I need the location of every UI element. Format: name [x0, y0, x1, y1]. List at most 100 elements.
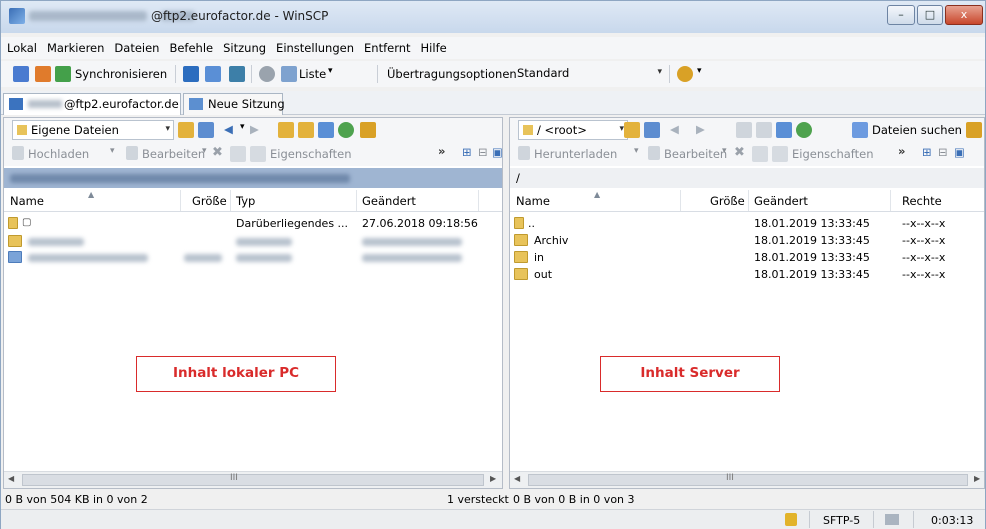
- download-button[interactable]: Herunterladen: [534, 147, 617, 161]
- chevron-down-icon[interactable]: ▾: [328, 66, 333, 76]
- menu-entfernt[interactable]: Entfernt: [358, 37, 415, 55]
- select-icon[interactable]: ▣: [954, 145, 965, 159]
- scroll-right-icon[interactable]: ▶: [490, 474, 496, 483]
- remote-hscrollbar[interactable]: ◀ III ▶: [510, 471, 984, 488]
- filter-icon[interactable]: [198, 122, 214, 138]
- delete-icon[interactable]: ✖: [212, 145, 223, 160]
- collapse-icon[interactable]: ⊟: [478, 145, 488, 159]
- scroll-left-icon[interactable]: ◀: [514, 474, 520, 483]
- chevron-down-icon[interactable]: ▾: [110, 146, 115, 156]
- open-folder-icon[interactable]: [624, 122, 640, 138]
- expand-icon[interactable]: ⊞: [462, 145, 472, 159]
- list-icon[interactable]: [281, 66, 297, 82]
- col-name[interactable]: Name: [10, 194, 44, 208]
- parent-dir-icon[interactable]: [736, 122, 752, 138]
- menu-markieren[interactable]: Markieren: [41, 37, 108, 55]
- properties-icon[interactable]: [772, 146, 788, 162]
- menu-hilfe[interactable]: Hilfe: [415, 37, 451, 55]
- parent-dir-icon[interactable]: [278, 122, 294, 138]
- synchronize-button[interactable]: Synchronisieren: [75, 67, 167, 81]
- rename-icon[interactable]: [752, 146, 768, 162]
- console-icon[interactable]: [183, 66, 199, 82]
- table-row[interactable]: ▢ Darüberliegendes ... 27.06.2018 09:18:…: [4, 216, 502, 232]
- list-button[interactable]: Liste: [299, 67, 326, 81]
- menu-lokal[interactable]: Lokal: [1, 37, 41, 55]
- remote-location-select[interactable]: / <root> ▾: [518, 120, 628, 140]
- back-arrow-icon[interactable]: ◀: [224, 122, 233, 136]
- download-icon[interactable]: [518, 146, 530, 160]
- home-icon[interactable]: [776, 122, 792, 138]
- scroll-right-icon[interactable]: ▶: [974, 474, 980, 483]
- table-row[interactable]: [4, 250, 502, 266]
- find-files-icon[interactable]: [360, 122, 376, 138]
- col-rights[interactable]: Rechte: [902, 194, 942, 208]
- table-row[interactable]: in 18.01.2019 13:33:45 --x--x--x: [510, 250, 984, 266]
- transfer-settings-select[interactable]: Standard ▾: [513, 64, 665, 84]
- forward-arrow-icon[interactable]: ▶: [696, 122, 705, 136]
- filter-icon[interactable]: [644, 122, 660, 138]
- table-row[interactable]: Archiv 18.01.2019 13:33:45 --x--x--x: [510, 233, 984, 249]
- properties-button[interactable]: Eigenschaften: [270, 147, 352, 161]
- scroll-thumb[interactable]: [22, 474, 484, 486]
- gear-icon[interactable]: [259, 66, 275, 82]
- chevron-down-icon[interactable]: ▾: [240, 122, 245, 132]
- compare-dirs-icon[interactable]: [35, 66, 51, 82]
- local-hscrollbar[interactable]: ◀ III ▶: [4, 471, 502, 488]
- col-changed[interactable]: Geändert: [754, 194, 808, 208]
- chevron-down-icon[interactable]: ▾: [634, 146, 639, 156]
- delete-icon[interactable]: ✖: [734, 145, 745, 160]
- remote-path-bar[interactable]: /: [510, 168, 984, 188]
- scroll-left-icon[interactable]: ◀: [8, 474, 14, 483]
- refresh-icon[interactable]: [796, 122, 812, 138]
- rename-icon[interactable]: [230, 146, 246, 162]
- select-icon[interactable]: ▣: [492, 145, 503, 159]
- menu-einstellungen[interactable]: Einstellungen: [270, 37, 358, 55]
- search-icon[interactable]: [852, 122, 868, 138]
- edit-button[interactable]: Bearbeiten: [664, 147, 727, 161]
- close-button[interactable]: x: [945, 5, 983, 25]
- chevron-down-icon[interactable]: ▾: [697, 66, 702, 76]
- col-name[interactable]: Name: [516, 194, 550, 208]
- col-size[interactable]: Größe: [710, 194, 745, 208]
- open-folder-icon[interactable]: [178, 122, 194, 138]
- local-panel-icon[interactable]: [13, 66, 29, 82]
- maximize-button[interactable]: □: [917, 5, 943, 25]
- upload-button[interactable]: Hochladen: [28, 147, 89, 161]
- root-dir-icon[interactable]: [298, 122, 314, 138]
- tree-icon[interactable]: [966, 122, 982, 138]
- properties-button[interactable]: Eigenschaften: [792, 147, 874, 161]
- refresh-icon[interactable]: [338, 122, 354, 138]
- edit-icon[interactable]: [648, 146, 660, 160]
- properties-icon[interactable]: [250, 146, 266, 162]
- menu-sitzung[interactable]: Sitzung: [217, 37, 270, 55]
- forward-arrow-icon[interactable]: ▶: [250, 122, 259, 136]
- local-location-select[interactable]: Eigene Dateien ▾: [12, 120, 174, 140]
- collapse-icon[interactable]: ⊟: [938, 145, 948, 159]
- col-changed[interactable]: Geändert: [362, 194, 416, 208]
- menu-befehle[interactable]: Befehle: [163, 37, 217, 55]
- table-row[interactable]: .. 18.01.2019 13:33:45 --x--x--x: [510, 216, 984, 232]
- scroll-thumb[interactable]: [528, 474, 968, 486]
- col-size[interactable]: Größe: [192, 194, 227, 208]
- minimize-button[interactable]: –: [887, 5, 915, 25]
- chevron-down-icon[interactable]: ▾: [722, 146, 727, 156]
- upload-icon[interactable]: [12, 146, 24, 160]
- more-chevron-icon[interactable]: »: [438, 144, 445, 158]
- home-icon[interactable]: [318, 122, 334, 138]
- back-arrow-icon[interactable]: ◀: [670, 122, 679, 136]
- more-chevron-icon[interactable]: »: [898, 144, 905, 158]
- edit-icon[interactable]: [126, 146, 138, 160]
- sync-icon[interactable]: [55, 66, 71, 82]
- tab-session[interactable]: @ftp2.eurofactor.de: [3, 93, 181, 115]
- tab-new-session[interactable]: Neue Sitzung: [183, 93, 285, 115]
- putty-icon[interactable]: [205, 66, 221, 82]
- table-row[interactable]: out 18.01.2019 13:33:45 --x--x--x: [510, 267, 984, 283]
- edit-button[interactable]: Bearbeiten: [142, 147, 205, 161]
- queue-icon[interactable]: [229, 66, 245, 82]
- expand-icon[interactable]: ⊞: [922, 145, 932, 159]
- menu-dateien[interactable]: Dateien: [108, 37, 163, 55]
- local-path-bar[interactable]: [4, 168, 502, 188]
- table-row[interactable]: [4, 234, 502, 250]
- col-type[interactable]: Typ: [236, 194, 255, 208]
- chevron-down-icon[interactable]: ▾: [202, 146, 207, 156]
